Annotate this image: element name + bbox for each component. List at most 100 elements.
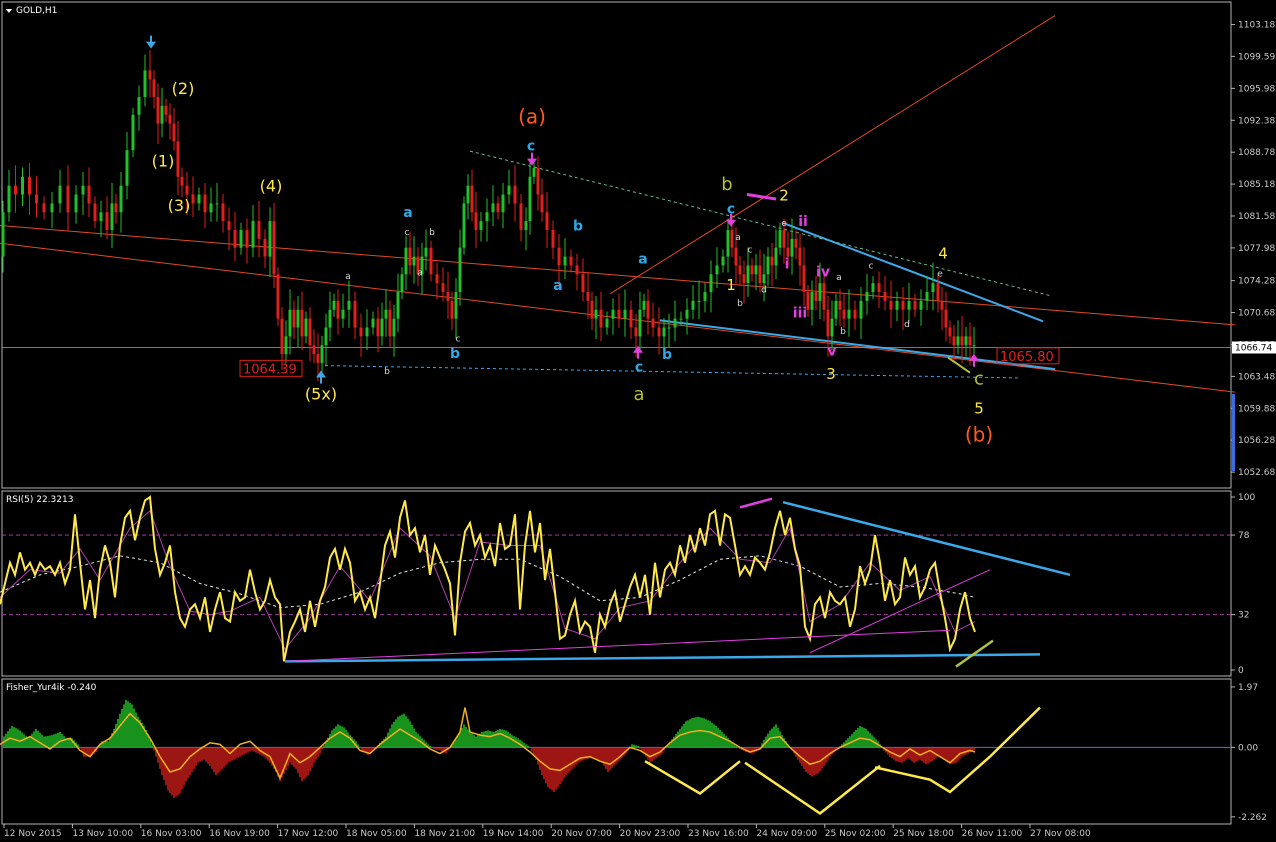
time-axis-label: 16 Nov 03:00 (141, 829, 202, 839)
wave-label: (b) (965, 423, 993, 447)
candle-body (847, 309, 851, 319)
candle-body (14, 185, 17, 195)
candle-body (58, 185, 62, 204)
candle-body (479, 221, 483, 230)
candle-body (786, 247, 790, 257)
candle-body (590, 300, 594, 319)
candle-body (605, 318, 609, 328)
candle-body (470, 185, 474, 213)
candle-body (491, 203, 495, 213)
candle-body (545, 212, 549, 230)
candle-body (536, 167, 540, 195)
candle-body (233, 229, 237, 248)
candle-body (871, 283, 875, 293)
candle-body (738, 265, 742, 275)
candle-body (176, 141, 180, 177)
candle-body (99, 212, 103, 222)
candle-body (551, 229, 555, 248)
time-axis-label: 19 Nov 14:00 (483, 829, 544, 839)
candle-body (272, 221, 276, 275)
candle-body (221, 203, 225, 222)
candle-body (528, 176, 532, 222)
wave-label: a (836, 273, 842, 283)
candle-body (28, 176, 31, 195)
wave-label: e (937, 270, 943, 280)
wave-label: b (384, 367, 390, 377)
candle-body (726, 229, 730, 257)
wave-label: c (748, 246, 753, 256)
rsi-axis-label: 32 (1238, 611, 1249, 621)
wave-label: d (761, 286, 767, 296)
candle-body (347, 300, 351, 310)
candle-body (818, 283, 822, 301)
candle-body (838, 300, 842, 310)
fisher-title: Fisher_Yur4ik -0.240 (6, 683, 97, 693)
candle-body (7, 185, 11, 213)
candle-body (790, 238, 794, 257)
candle-body (408, 247, 412, 266)
candle-body (794, 238, 798, 248)
wave-label: 5 (974, 399, 984, 417)
candle-body (782, 229, 786, 248)
candle-body (766, 256, 770, 275)
candle-body (721, 256, 725, 266)
candle-body (384, 309, 388, 319)
candle-body (697, 300, 701, 302)
candle-body (715, 265, 719, 275)
candle-body (160, 105, 164, 124)
candle-body (940, 300, 944, 310)
candle-body (257, 221, 261, 239)
candle-body (180, 176, 184, 186)
candle-body (404, 247, 408, 275)
candle-body (532, 167, 536, 177)
candle-body (336, 300, 340, 319)
candle-body (944, 309, 948, 328)
candle-body (734, 247, 738, 266)
candle-body (617, 309, 621, 319)
candle-body (758, 265, 762, 284)
candle-body (353, 300, 357, 328)
wave-label: c (405, 228, 410, 238)
candle-body (424, 247, 428, 257)
candle-body (931, 283, 935, 293)
wave-label: a (638, 251, 647, 267)
candle-body (496, 203, 500, 213)
candle-body (575, 265, 579, 275)
candle-body (197, 194, 201, 204)
candle-body (268, 221, 272, 257)
rsi-panel[interactable] (1, 490, 1232, 677)
time-axis-label: 18 Nov 05:00 (346, 829, 407, 839)
candle-body (74, 194, 78, 213)
candle-body (822, 283, 826, 310)
candle-body (599, 309, 603, 328)
candle-body (105, 212, 109, 230)
price-axis-label: 1063.48 (1238, 372, 1275, 382)
wave-label: (2) (172, 79, 195, 98)
time-axis-label: 17 Nov 12:00 (278, 829, 339, 839)
wave-label: a (403, 205, 412, 221)
candle-body (691, 300, 695, 310)
price-panel[interactable] (1, 1, 1232, 489)
candle-body (284, 336, 288, 355)
rsi-axis-label: 100 (1238, 493, 1255, 503)
candle-body (143, 70, 147, 98)
candle-body (380, 318, 384, 337)
candle-body (412, 256, 416, 266)
price-axis-label: 1059.88 (1238, 404, 1275, 414)
candle-body (646, 300, 650, 319)
time-axis: 12 Nov 2015 13 Nov 10:00 16 Nov 03:00 16 No… (3, 824, 1091, 839)
candle-body (454, 292, 458, 319)
candle-body (662, 327, 666, 337)
candle-body (324, 327, 328, 346)
candle-body (308, 318, 312, 346)
wave-label: (a) (518, 105, 546, 129)
candle-body (304, 318, 308, 337)
wave-label: iii (793, 305, 807, 321)
price-axis-label: 1099.59 (1238, 52, 1275, 62)
trading-chart[interactable]: 1103.18 1099.59 1095.98 1092.38 1088.78 1085.… (0, 0, 1276, 842)
wave-label: ii (798, 214, 808, 230)
candle-body (594, 309, 598, 319)
wave-label: (3) (168, 196, 191, 215)
candle-body (778, 229, 782, 248)
candle-body (679, 318, 683, 320)
